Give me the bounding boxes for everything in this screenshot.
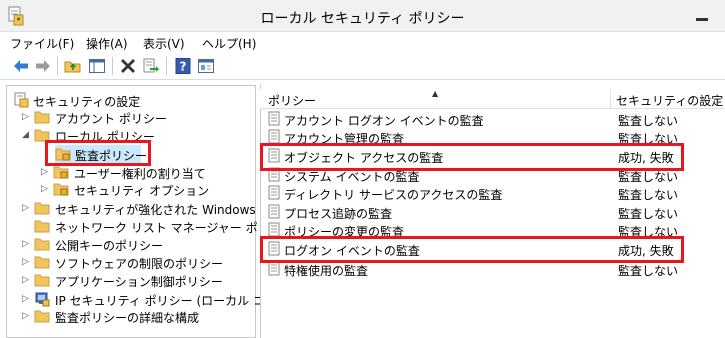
policy-name: アカウント ログオン イベントの監査 [284,114,484,128]
policy-item-icon [268,185,280,200]
policy-setting: 監査しない [618,207,679,221]
policy-row[interactable]: アカウント ログオン イベントの監査 監査しない [262,110,722,129]
policy-row[interactable]: 特権使用の監査 監査しない [262,260,722,279]
column-divider[interactable] [610,89,611,109]
help-icon[interactable]: ? [174,57,192,75]
policy-item-icon [268,129,280,144]
policy-name: プロセス追跡の監査 [284,207,393,221]
policy-name: ポリシーの変更の監査 [284,225,405,239]
svg-text:?: ? [180,60,187,74]
folder-icon [34,310,50,323]
policy-item-icon [268,148,280,163]
folder-icon [34,111,50,124]
policy-row[interactable]: ログオン イベントの監査 成功, 失敗 [262,240,722,259]
policy-folder-icon [53,166,69,179]
menu-view[interactable]: 表示(V) [143,35,185,52]
tree-item-label: アプリケーション制御ポリシー [55,275,223,289]
folder-icon [34,256,50,269]
policy-folder-icon [55,148,71,161]
expand-arrow-icon[interactable]: ▷ [22,239,30,249]
policy-setting: 監査しない [618,225,679,239]
open-folder-icon [34,129,50,142]
policy-item-icon [268,241,280,256]
policy-setting: 成功, 失敗 [618,244,674,258]
menu-file[interactable]: ファイル(F) [10,35,74,52]
tree-item-label: アカウント ポリシー [55,112,167,126]
minimize-button[interactable] [688,8,716,24]
expand-arrow-icon[interactable]: ▷ [22,294,30,304]
menu-help[interactable]: ヘルプ(H) [202,35,256,52]
collapse-arrow-icon[interactable]: ◢ [22,130,30,140]
policy-name: 特権使用の監査 [284,264,369,278]
toolbar-separator [166,57,167,75]
policy-row[interactable]: オブジェクト アクセスの監査 成功, 失敗 [262,147,722,166]
policy-folder-icon [53,183,69,196]
back-arrow-icon[interactable] [12,57,30,75]
expand-arrow-icon[interactable]: ▷ [22,203,30,213]
properties-icon[interactable] [197,57,215,75]
policy-row[interactable]: システム イベントの監査 監査しない [262,166,722,185]
tree-item-label: 監査ポリシー [75,149,148,163]
expand-arrow-icon[interactable]: ▷ [22,257,30,267]
policy-name: アカウント管理の監査 [284,132,405,146]
tree-item-label: ユーザー権利の割り当て [74,167,206,181]
export-list-icon[interactable] [142,57,160,75]
list-header: ポリシー ▲ セキュリティの設定 [260,89,725,109]
menu-bar: ファイル(F) 操作(A) 表示(V) ヘルプ(H) [0,32,725,52]
toolbar-separator [112,57,113,75]
policy-item-icon [268,222,280,237]
policy-setting: 監査しない [618,114,679,128]
policy-name: ディレクトリ サービスのアクセスの監査 [284,188,503,202]
sort-ascending-icon: ▲ [432,89,439,98]
policy-item-icon [268,261,280,276]
menu-action[interactable]: 操作(A) [86,35,128,52]
folder-up-icon[interactable] [64,57,82,75]
policy-name: オブジェクト アクセスの監査 [284,151,444,165]
tree-item-label: セキュリティ オプション [74,184,210,198]
show-tree-icon[interactable] [88,57,106,75]
expand-arrow-icon[interactable]: ▷ [22,112,30,122]
tree-item-label: ローカル ポリシー [55,130,155,144]
expand-arrow-icon[interactable]: ▷ [41,167,49,177]
folder-icon [34,220,50,233]
policy-setting: 監査しない [618,264,679,278]
policy-row[interactable]: アカウント管理の監査 監査しない [262,128,722,147]
expand-arrow-icon[interactable]: ▷ [41,184,49,194]
policy-item-icon [268,204,280,219]
window-title: ローカル セキュリティ ポリシー [260,11,465,27]
tree-item-label: 監査ポリシーの詳細な構成 [55,311,200,325]
folder-icon [34,274,50,287]
folder-icon [34,238,50,251]
security-settings-icon [14,92,29,108]
policy-setting: 監査しない [618,170,679,184]
tree-item-label: ネットワーク リスト マネージャー ポリシー [55,221,294,235]
policy-row[interactable]: ディレクトリ サービスのアクセスの監査 監査しない [262,184,722,203]
column-header-security-setting[interactable]: セキュリティの設定 [616,92,723,109]
policy-name: ログオン イベントの監査 [284,244,420,258]
tree-item-label: ソフトウェアの制限のポリシー [55,257,224,271]
policy-setting: 監査しない [618,132,679,146]
minimize-icon [696,18,708,21]
tree-item-label: 公開キーのポリシー [55,239,164,253]
expand-arrow-icon[interactable]: ▷ [22,311,30,321]
ip-security-icon [35,292,50,307]
toolbar: ? [0,52,725,80]
forward-arrow-icon[interactable] [34,57,52,75]
column-header-policy[interactable]: ポリシー [268,92,316,109]
folder-icon [34,202,50,215]
policy-row[interactable]: プロセス追跡の監査 監査しない [262,203,722,222]
tree-item-label: セキュリティの設定 [33,95,141,109]
policy-setting: 監査しない [618,188,679,202]
policy-setting: 成功, 失敗 [618,151,674,165]
title-bar: ローカル セキュリティ ポリシー [0,0,725,32]
policy-row[interactable]: ポリシーの変更の監査 監査しない [262,221,722,240]
policy-item-icon [268,111,280,126]
delete-x-icon[interactable] [119,57,137,75]
policy-item-icon [268,167,280,182]
policy-name: システム イベントの監査 [284,170,420,184]
expand-arrow-icon[interactable]: ▷ [22,275,30,285]
toolbar-separator [57,57,58,75]
